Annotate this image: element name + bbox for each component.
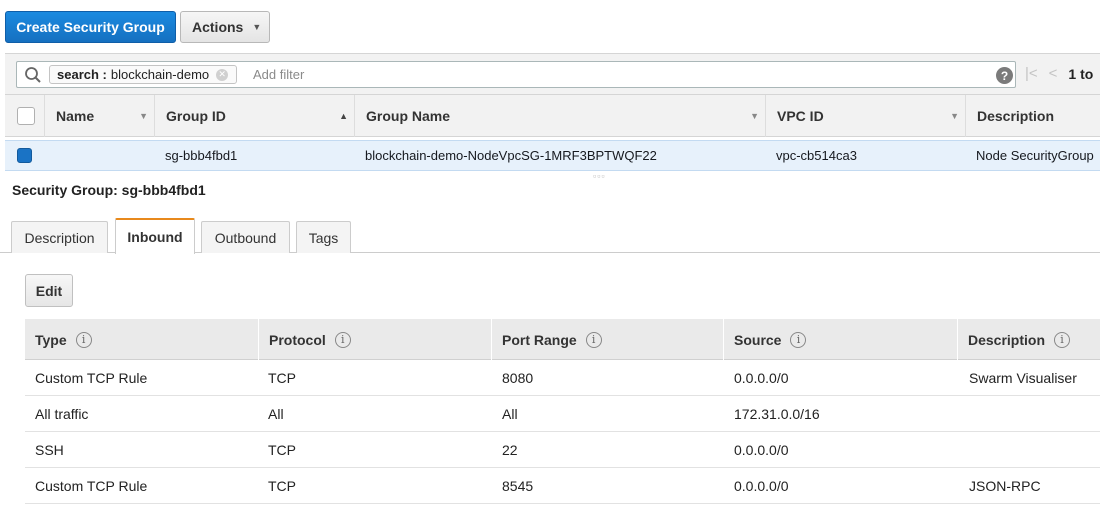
cell-group-name: blockchain-demo-NodeVpcSG-1MRF3BPTWQF22 — [365, 148, 657, 163]
first-page-icon[interactable]: |< — [1025, 65, 1038, 82]
row-checkbox[interactable] — [17, 148, 32, 163]
column-header-type: Type i — [25, 319, 258, 360]
sort-icon: ▼ — [139, 111, 148, 121]
cell-source: 172.31.0.0/16 — [734, 405, 820, 422]
sort-icon: ▼ — [750, 111, 759, 121]
resize-handle[interactable]: ▫▫▫ — [593, 171, 606, 181]
cell-protocol: TCP — [268, 477, 296, 494]
actions-dropdown-button[interactable]: Actions ▼ — [180, 11, 270, 43]
pagination: |< < 1 to — [1025, 65, 1093, 82]
cell-description: Swarm Visualiser — [969, 369, 1077, 386]
cell-port-range: All — [502, 405, 518, 422]
cell-description: JSON-RPC — [969, 477, 1041, 494]
column-label: Protocol — [269, 331, 326, 348]
rule-row: All traffic All All 172.31.0.0/16 — [25, 396, 1100, 432]
tab-outbound[interactable]: Outbound — [201, 221, 290, 253]
column-label: VPC ID — [777, 108, 824, 124]
toolbar: Create Security Group Actions ▼ — [0, 0, 1100, 54]
detail-title: Security Group: sg-bbb4fbd1 — [12, 182, 206, 198]
table-row[interactable]: sg-bbb4fbd1 blockchain-demo-NodeVpcSG-1M… — [5, 140, 1100, 171]
rule-row: Custom TCP Rule TCP 8080 0.0.0.0/0 Swarm… — [25, 360, 1100, 396]
security-groups-table-header: Name ▼ Group ID ▲ Group Name ▼ VPC ID ▼ … — [5, 95, 1100, 137]
search-icon — [25, 67, 41, 83]
info-icon[interactable]: i — [585, 331, 602, 348]
cell-source: 0.0.0.0/0 — [734, 369, 789, 386]
cell-type: SSH — [35, 441, 64, 458]
remove-filter-icon[interactable]: ✕ — [216, 68, 229, 81]
actions-label: Actions — [192, 19, 244, 35]
column-label: Name — [56, 108, 95, 124]
cell-group-id: sg-bbb4fbd1 — [165, 148, 238, 163]
column-header-source: Source i — [723, 319, 957, 360]
column-label: Group ID — [166, 108, 226, 124]
chevron-down-icon: ▼ — [252, 22, 262, 32]
column-header-group-id[interactable]: Group ID ▲ — [154, 95, 354, 137]
detail-tabs: Description Inbound Outbound Tags — [0, 218, 1100, 254]
tab-tags[interactable]: Tags — [296, 221, 351, 253]
cell-vpc-id: vpc-cb514ca3 — [776, 148, 857, 163]
column-header-vpc-id[interactable]: VPC ID ▼ — [765, 95, 965, 137]
info-icon[interactable]: i — [1054, 331, 1071, 348]
tab-inbound[interactable]: Inbound — [115, 218, 195, 254]
previous-page-icon[interactable]: < — [1049, 65, 1058, 82]
column-label: Port Range — [502, 331, 577, 348]
cell-description: Node SecurityGroup — [976, 148, 1094, 163]
column-header-port-range: Port Range i — [491, 319, 723, 360]
info-icon[interactable]: i — [334, 331, 351, 348]
search-input[interactable]: search : blockchain-demo ✕ Add filter ? — [16, 61, 1016, 88]
column-label: Source — [734, 331, 782, 348]
cell-port-range: 22 — [502, 441, 518, 458]
filter-chip-key: search : — [57, 67, 107, 82]
sort-ascending-icon: ▲ — [339, 111, 348, 121]
pager-text: 1 to — [1068, 65, 1094, 82]
create-security-group-button[interactable]: Create Security Group — [5, 11, 176, 43]
cell-source: 0.0.0.0/0 — [734, 441, 789, 458]
add-filter-placeholder: Add filter — [253, 67, 305, 82]
column-header-group-name[interactable]: Group Name ▼ — [354, 95, 765, 137]
cell-protocol: All — [268, 405, 284, 422]
column-label: Group Name — [366, 108, 451, 124]
cell-port-range: 8080 — [502, 369, 534, 386]
filter-bar: search : blockchain-demo ✕ Add filter ? … — [5, 53, 1100, 95]
cell-source: 0.0.0.0/0 — [734, 477, 789, 494]
cell-type: All traffic — [35, 405, 89, 422]
cell-protocol: TCP — [268, 369, 296, 386]
column-header-rule-description: Description i — [957, 319, 1100, 360]
rule-row: Custom TCP Rule TCP 8545 0.0.0.0/0 JSON-… — [25, 468, 1100, 504]
help-icon[interactable]: ? — [996, 67, 1013, 84]
filter-chip-value: blockchain-demo — [110, 67, 210, 82]
select-all-checkbox[interactable] — [17, 107, 35, 125]
column-label: Description — [968, 331, 1046, 348]
edit-button[interactable]: Edit — [25, 274, 73, 307]
cell-type: Custom TCP Rule — [35, 477, 148, 494]
column-label: Description — [977, 108, 1055, 124]
column-header-protocol: Protocol i — [258, 319, 491, 360]
sort-icon: ▼ — [950, 111, 959, 121]
column-header-description[interactable]: Description — [965, 95, 1100, 137]
info-icon[interactable]: i — [75, 331, 92, 348]
rule-row: SSH TCP 22 0.0.0.0/0 — [25, 432, 1100, 468]
column-label: Type — [35, 331, 67, 348]
info-icon[interactable]: i — [790, 331, 807, 348]
filter-chip[interactable]: search : blockchain-demo ✕ — [49, 65, 238, 84]
rules-table-header: Type i Protocol i Port Range i Source i … — [25, 319, 1100, 360]
column-header-name[interactable]: Name ▼ — [44, 95, 154, 137]
cell-type: Custom TCP Rule — [35, 369, 148, 386]
cell-protocol: TCP — [268, 441, 296, 458]
tab-description[interactable]: Description — [11, 221, 108, 253]
cell-port-range: 8545 — [502, 477, 534, 494]
